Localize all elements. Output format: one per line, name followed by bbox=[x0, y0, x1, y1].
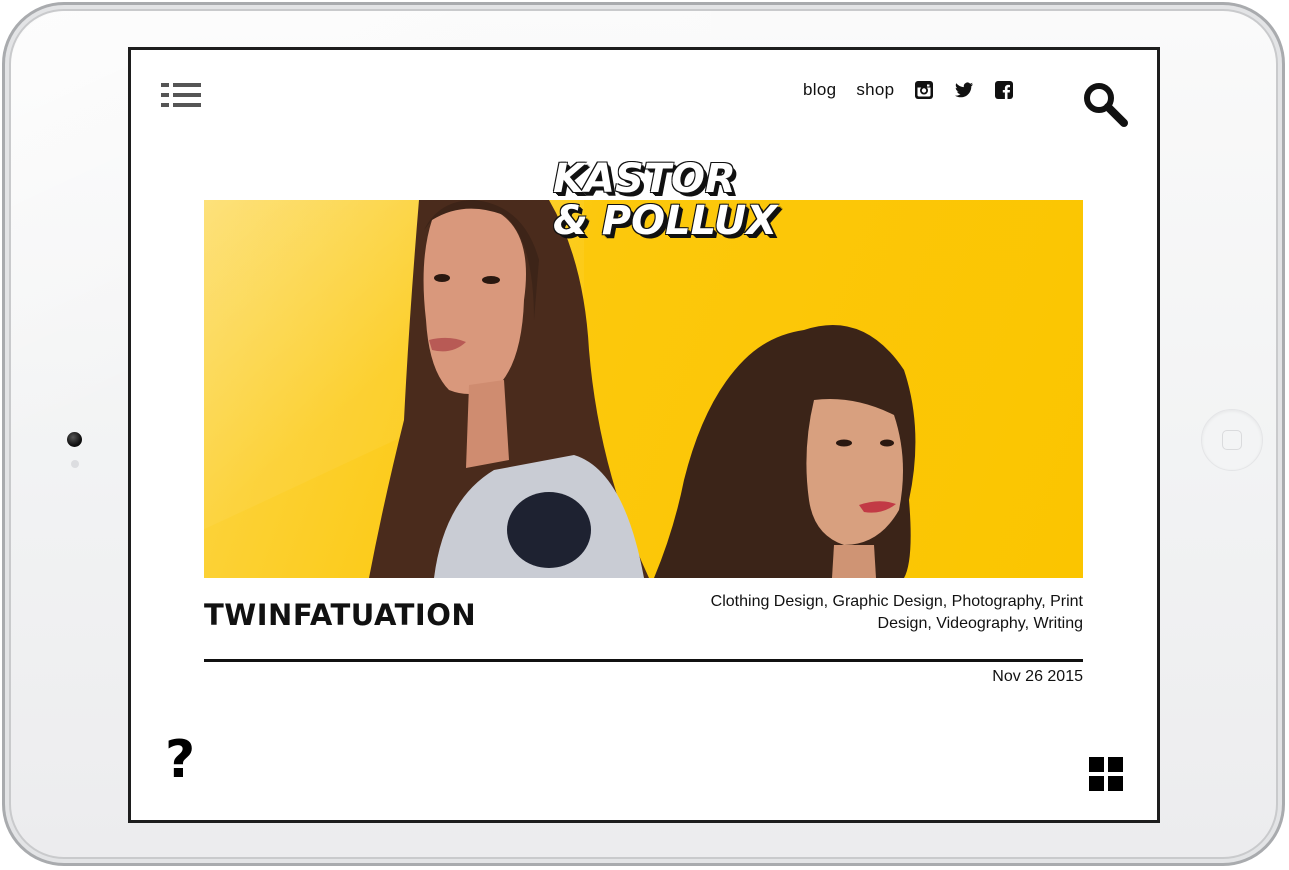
search-icon[interactable] bbox=[1081, 80, 1129, 128]
facebook-icon[interactable] bbox=[994, 80, 1014, 100]
post-date: Nov 26 2015 bbox=[992, 668, 1083, 685]
camera-icon bbox=[67, 432, 82, 447]
site-logo[interactable]: KASTOR & POLLUX bbox=[553, 156, 778, 258]
help-icon[interactable]: ? bbox=[165, 734, 195, 786]
divider bbox=[204, 659, 1083, 662]
logo-line-2: & POLLUX bbox=[553, 198, 778, 244]
logo-line-1: KASTOR bbox=[553, 156, 736, 202]
home-button-glyph bbox=[1222, 430, 1242, 450]
light-sensor bbox=[71, 460, 79, 468]
grid-view-icon[interactable] bbox=[1089, 757, 1123, 791]
nav-link-blog[interactable]: blog bbox=[803, 80, 836, 100]
post-tags: Clothing Design, Graphic Design, Photogr… bbox=[710, 593, 1083, 632]
top-nav: blog shop bbox=[803, 80, 1034, 100]
instagram-icon[interactable] bbox=[914, 80, 934, 100]
nav-link-shop[interactable]: shop bbox=[856, 80, 894, 100]
twitter-icon[interactable] bbox=[954, 80, 974, 100]
device-screen: blog shop KASTOR & POLLUX TWINFATUATION … bbox=[128, 47, 1160, 823]
home-button[interactable] bbox=[1201, 409, 1263, 471]
list-menu-icon[interactable] bbox=[161, 83, 203, 115]
post-title[interactable]: TWINFATUATION bbox=[204, 598, 476, 632]
